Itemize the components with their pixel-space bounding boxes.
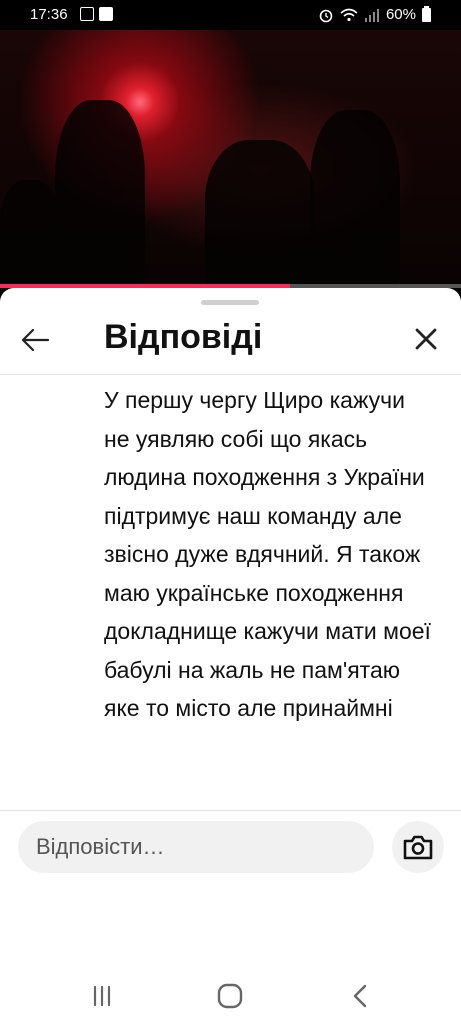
sheet-title: Відповіді — [104, 318, 263, 356]
home-icon — [217, 983, 243, 1009]
comment-text: У першу чергу Щиро кажучи не уявляю собі… — [104, 387, 431, 721]
video-figure — [205, 140, 315, 288]
footer-divider — [0, 810, 461, 811]
recents-icon — [93, 985, 111, 1007]
close-icon — [415, 328, 437, 350]
reply-input[interactable] — [18, 821, 374, 873]
video-figure — [310, 110, 400, 288]
replies-sheet: Відповіді У першу чергу Щиро кажучи не у… — [0, 288, 461, 968]
status-bar: 17:36 60% — [0, 0, 461, 30]
check-icon — [99, 7, 113, 21]
camera-icon — [403, 835, 433, 860]
arrow-left-icon — [21, 328, 50, 352]
video-player[interactable] — [0, 30, 461, 288]
camera-button[interactable] — [392, 821, 444, 873]
back-icon — [353, 984, 367, 1008]
nav-back-button[interactable] — [338, 974, 382, 1018]
home-button[interactable] — [208, 974, 252, 1018]
system-nav-bar — [0, 968, 461, 1024]
battery-percent: 60% — [385, 6, 416, 23]
gallery-icon — [80, 7, 94, 21]
signal-icon — [364, 8, 379, 22]
video-figure — [55, 100, 145, 288]
comment-list[interactable]: У першу чергу Щиро кажучи не уявляю собі… — [0, 375, 461, 810]
alarm-icon — [319, 9, 333, 22]
wifi-icon — [340, 8, 358, 21]
status-right: 60% — [318, 5, 431, 23]
drag-handle[interactable] — [201, 300, 259, 305]
video-figure — [0, 180, 60, 288]
close-button[interactable] — [408, 324, 444, 356]
back-button[interactable] — [18, 324, 54, 356]
recents-button[interactable] — [80, 974, 124, 1018]
battery-icon — [422, 5, 431, 22]
status-time: 17:36 — [30, 6, 68, 23]
